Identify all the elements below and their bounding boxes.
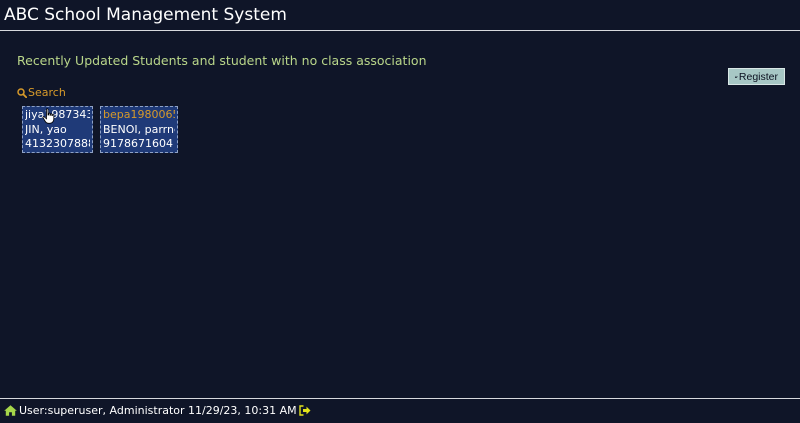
footer-bar: User:superuser, Administrator 11/29/23, …: [0, 398, 800, 423]
footer-status: User:superuser, Administrator 11/29/23, …: [4, 404, 311, 417]
student-phone: 4132307888: [25, 137, 90, 150]
search-label: Search: [28, 86, 66, 99]
student-id: jiya19873434: [25, 108, 90, 121]
student-phone: 9178671604: [103, 137, 173, 150]
user-plus-icon: [735, 75, 738, 78]
header-bar: ABC School Management System: [0, 0, 800, 31]
search-link[interactable]: Search: [17, 86, 66, 99]
student-card[interactable]: bepa19800659 BENOI, parrnell 9178671604: [100, 106, 178, 153]
app-window: ABC School Management System Recently Up…: [0, 0, 800, 423]
student-name: BENOI, parrnell: [103, 122, 175, 136]
search-icon: [17, 87, 27, 98]
section-title: Recently Updated Students and student wi…: [17, 53, 427, 68]
student-name: JIN, yao: [25, 122, 67, 136]
register-button[interactable]: Register: [728, 68, 785, 85]
student-card[interactable]: jiya19873434 JIN, yao 4132307888: [22, 106, 93, 153]
footer-status-text: User:superuser, Administrator 11/29/23, …: [19, 404, 297, 417]
register-button-label: Register: [738, 70, 778, 83]
app-title: ABC School Management System: [4, 5, 287, 25]
home-icon[interactable]: [4, 405, 17, 416]
student-id: bepa19800659: [103, 108, 175, 121]
sign-out-icon[interactable]: [298, 405, 311, 416]
